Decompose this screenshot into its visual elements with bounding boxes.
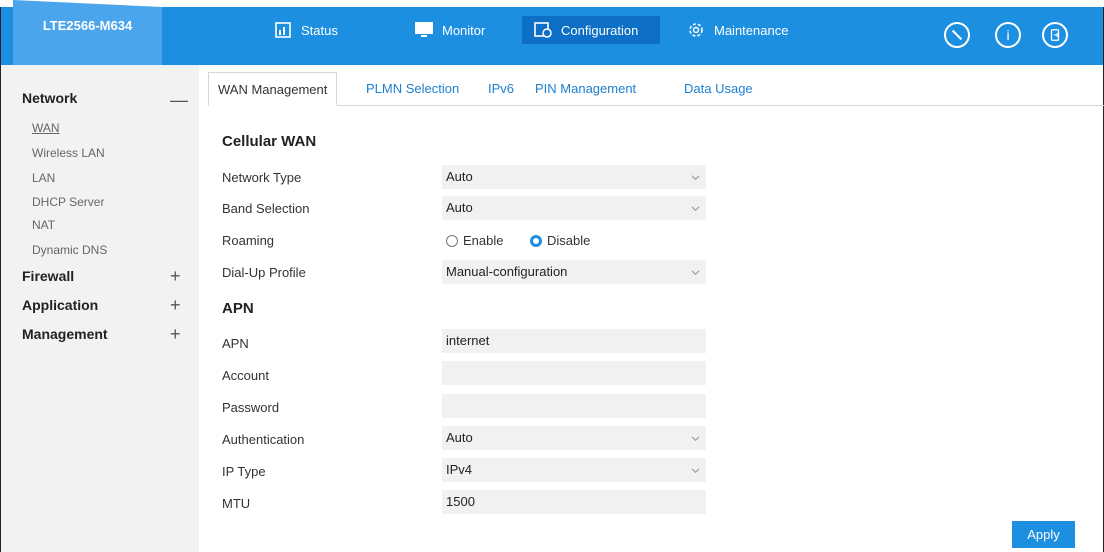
logout-icon[interactable] (1042, 22, 1068, 48)
sidebar-item-dhcp-server[interactable]: DHCP Server (32, 195, 104, 209)
sidebar-item-lan[interactable]: LAN (32, 171, 55, 185)
sidebar-item-wan[interactable]: WAN (32, 121, 60, 135)
section-title-apn: APN (222, 300, 254, 317)
sidebar-item-dynamic-dns[interactable]: Dynamic DNS (32, 243, 107, 257)
expand-icon[interactable]: + (170, 296, 181, 314)
nav-monitor-label: Monitor (442, 22, 486, 38)
dialup-profile-select[interactable]: Manual-configuration (442, 260, 706, 284)
nav-configuration[interactable]: Configuration (522, 16, 660, 44)
status-icon (275, 22, 291, 38)
password-label: Password (222, 400, 280, 415)
roaming-enable-option[interactable]: Enable (446, 233, 503, 248)
nav-status[interactable]: Status (262, 16, 348, 44)
chevron-down-icon (691, 270, 700, 276)
mtu-input[interactable]: 1500 (442, 490, 706, 514)
model-name: LTE2566-M634 (13, 7, 162, 65)
expand-icon[interactable]: + (170, 325, 181, 343)
radio-unchecked[interactable] (446, 234, 458, 247)
network-type-value: Auto (446, 169, 473, 184)
roaming-label: Roaming (222, 233, 275, 248)
apn-input[interactable]: internet (442, 329, 706, 353)
sidebar-group-firewall[interactable]: Firewall (22, 268, 74, 284)
tab-plmn-selection[interactable]: PLMN Selection (366, 72, 459, 106)
caption-strip (0, 0, 1104, 7)
account-input[interactable] (442, 361, 706, 385)
radio-checked[interactable] (530, 234, 542, 247)
info-icon[interactable]: i (995, 22, 1021, 48)
sidebar-item-nat[interactable]: NAT (32, 218, 55, 232)
ip-type-label: IP Type (222, 464, 266, 479)
ip-type-value: IPv4 (446, 462, 473, 477)
account-label: Account (222, 368, 269, 383)
nav-status-label: Status (301, 22, 338, 38)
sidebar-item-wireless-lan[interactable]: Wireless LAN (32, 146, 105, 160)
authentication-select[interactable]: Auto (442, 426, 706, 450)
tab-data-usage[interactable]: Data Usage (684, 72, 753, 106)
nav-maintenance-label: Maintenance (714, 22, 789, 38)
nav-configuration-label: Configuration (561, 22, 639, 38)
sidebar-group-network[interactable]: Network (22, 90, 77, 106)
ip-type-select[interactable]: IPv4 (442, 458, 706, 482)
chevron-down-icon (691, 175, 700, 181)
monitor-icon (415, 22, 433, 37)
band-selection-select[interactable]: Auto (442, 196, 706, 220)
collapse-icon[interactable]: — (170, 91, 188, 109)
section-title-cellular-wan: Cellular WAN (222, 133, 317, 150)
sidebar-group-management[interactable]: Management (22, 326, 108, 342)
sidebar-group-application[interactable]: Application (22, 297, 98, 313)
roaming-disable-label: Disable (547, 233, 591, 248)
apply-button[interactable]: Apply (1012, 521, 1075, 548)
roaming-enable-label: Enable (463, 233, 504, 248)
tab-pin-management[interactable]: PIN Management (535, 72, 636, 106)
tab-bar (208, 72, 1104, 106)
apn-label: APN (222, 336, 249, 351)
band-selection-label: Band Selection (222, 201, 310, 216)
network-type-select[interactable]: Auto (442, 165, 706, 189)
gear-icon (689, 23, 703, 37)
expand-icon[interactable]: + (170, 267, 181, 285)
configuration-icon (534, 22, 552, 38)
dialup-profile-value: Manual-configuration (446, 264, 568, 279)
nav-maintenance[interactable]: Maintenance (675, 16, 798, 44)
tab-wan-management[interactable]: WAN Management (208, 72, 338, 106)
dialup-profile-label: Dial-Up Profile (222, 265, 306, 280)
authentication-value: Auto (446, 430, 473, 445)
chevron-down-icon (691, 468, 700, 474)
password-input[interactable] (442, 394, 706, 418)
network-type-label: Network Type (222, 170, 302, 185)
band-selection-value: Auto (446, 200, 473, 215)
chevron-down-icon (691, 206, 700, 212)
wand-icon[interactable] (944, 22, 970, 48)
chevron-down-icon (691, 436, 700, 442)
nav-monitor[interactable]: Monitor (403, 16, 495, 44)
mtu-label: MTU (222, 496, 251, 511)
authentication-label: Authentication (222, 432, 305, 447)
roaming-disable-option[interactable]: Disable (530, 233, 590, 248)
tab-ipv6[interactable]: IPv6 (488, 72, 514, 106)
